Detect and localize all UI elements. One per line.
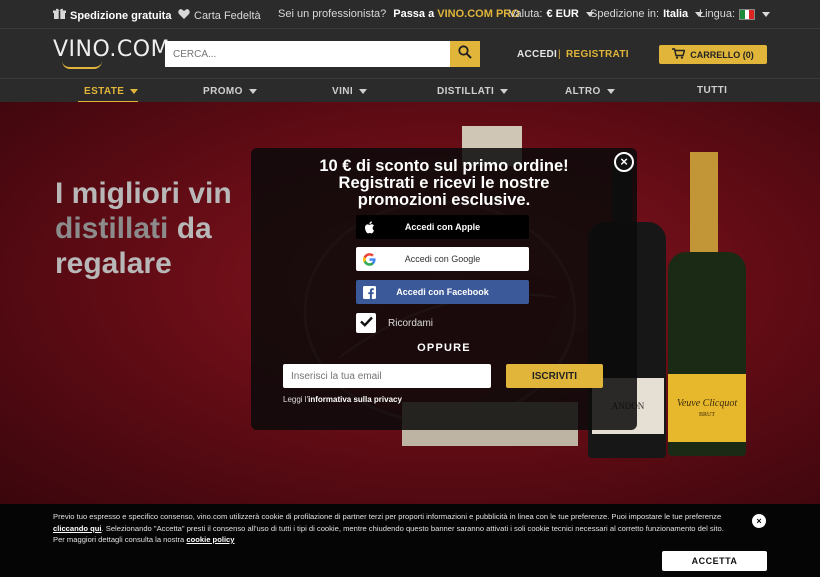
champagne-label-type: BRUT [698,412,715,418]
hero-title-line2-b: da [176,212,212,245]
nav-item-promo[interactable]: PROMO [203,86,257,97]
google-icon [356,252,382,266]
shipping-country-label: Spedizione in: [590,8,660,20]
nav-item-label: TUTTI [697,85,728,96]
remember-me-label: Ricordami [388,318,434,329]
bottle-neck [690,152,718,262]
apple-icon [356,220,382,234]
nav-item-label: VINI [332,86,354,97]
facebook-login-button[interactable]: Accedi con Facebook [356,280,529,304]
chevron-down-icon [359,89,368,94]
modal-title: 10 € di sconto sul primo ordine! Registr… [251,158,637,209]
italy-flag-icon [739,8,756,20]
cookie-text: Previo tuo espresso e specifico consenso… [53,511,733,546]
privacy-prefix: Leggi l' [283,395,309,404]
google-login-button[interactable]: Accedi con Google [356,247,529,271]
top-utility-bar: Spedizione gratuita Carta Fedeltà Sei un… [0,0,820,28]
cart-icon [672,48,686,61]
apple-login-button[interactable]: Accedi con Apple [356,215,529,239]
currency-label: Valuta: [509,8,543,20]
accept-cookies-button[interactable]: ACCETTA [662,551,767,571]
champagne-label: Veuve Clicquot BRUT [668,374,746,442]
loyalty-card-label: Carta Fedeltà [194,9,261,22]
search-icon [458,44,472,64]
chevron-down-icon [500,89,509,94]
search-button[interactable] [450,41,480,67]
loyalty-heart-icon [178,8,190,23]
pro-link-label: VINO.COM PRO [437,8,520,20]
currency-selector[interactable]: Valuta: € EUR [509,8,594,20]
register-link[interactable]: REGISTRATI [566,49,629,60]
main-header: VINO.COM ACCEDI | REGISTRATI CARRELLO (0… [0,28,820,78]
modal-title-line2: Registrati e ricevi le nostre [338,174,550,192]
privacy-link[interactable]: informativa sulla privacy [308,395,402,404]
email-input[interactable] [283,364,491,388]
subscribe-button[interactable]: ISCRIVITI [506,364,603,388]
nav-item-tutti[interactable]: TUTTI [697,85,727,96]
hero-title-line2-a: distillati [55,212,169,245]
shipping-country-value: Italia [663,8,689,20]
pro-link[interactable]: Passa a VINO.COM PRO [393,8,520,20]
auth-separator: | [558,49,561,60]
google-login-label: Accedi con Google [404,254,481,264]
cart-button[interactable]: CARRELLO (0) [659,45,767,64]
nav-item-label: ESTATE [84,86,125,97]
or-divider: OPPURE [417,342,471,354]
nav-item-distillati[interactable]: DISTILLATI [437,86,509,97]
pro-link-prefix: Passa a [393,8,435,20]
champagne-label-brand: Veuve Clicquot [676,398,738,409]
chevron-down-icon [606,89,615,94]
nav-item-label: ALTRO [565,86,601,97]
nav-item-label: PROMO [203,86,243,97]
facebook-login-label: Accedi con Facebook [396,287,489,297]
modal-title-line3: promozioni esclusive. [357,191,531,209]
cookie-banner: Previo tuo espresso e specifico consenso… [0,504,820,577]
cart-label: CARRELLO (0) [690,49,754,60]
remember-me-checkbox[interactable] [356,313,376,333]
loyalty-card-link[interactable]: Carta Fedeltà [178,8,261,23]
facebook-icon [356,285,382,299]
currency-value: € EUR [546,8,579,20]
cookie-text-part2: . Selezionando "Accetta" presti il conse… [53,523,724,545]
free-shipping-link[interactable]: Spedizione gratuita [53,8,171,23]
cookie-text-part1: Previo tuo espresso e specifico consenso… [53,512,722,521]
cookie-preferences-link[interactable]: cliccando qui [53,524,102,533]
cookie-close-button[interactable]: × [752,514,766,528]
privacy-note: Leggi l'informativa sulla privacy [283,395,402,404]
checkmark-icon [359,314,373,332]
vino-logo[interactable]: VINO.COM [53,37,170,62]
gift-icon [53,8,66,23]
chevron-down-icon [248,89,257,94]
nav-item-label: DISTILLATI [437,86,495,97]
modal-title-line1: 10 € di sconto sul primo ordine! [319,157,569,175]
nav-item-vini[interactable]: VINI [332,86,368,97]
free-shipping-label: Spedizione gratuita [70,9,172,22]
nav-item-altro[interactable]: ALTRO [565,86,615,97]
apple-login-label: Accedi con Apple [404,222,481,232]
nav-item-estate[interactable]: ESTATE [84,86,139,97]
pro-question: Sei un professionista? [278,8,387,20]
cookie-policy-link[interactable]: cookie policy [186,535,234,544]
login-link[interactable]: ACCEDI [517,49,557,60]
search-input[interactable] [165,41,450,67]
shipping-country-selector[interactable]: Spedizione in: Italia [590,8,704,20]
main-nav: ESTATE PROMO VINI DISTILLATI ALTRO TUTTI [0,78,820,103]
language-label: Lingua: [699,8,736,20]
chevron-down-icon [130,89,139,94]
page: Spedizione gratuita Carta Fedeltà Sei un… [0,0,820,577]
language-selector[interactable]: Lingua: [699,8,771,20]
logo-smile-icon [62,61,102,69]
pro-promo: Sei un professionista? Passa a VINO.COM … [278,8,520,20]
chevron-down-icon [762,11,771,17]
